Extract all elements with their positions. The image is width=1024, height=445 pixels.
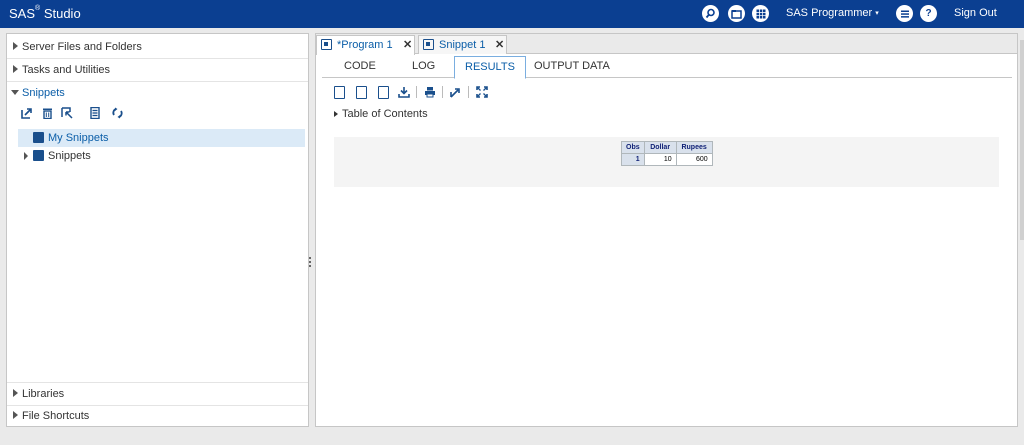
tab-code[interactable]: CODE — [334, 56, 386, 78]
column-header-obs: Obs — [621, 141, 645, 154]
properties-icon[interactable] — [87, 105, 103, 121]
chevron-down-icon: ▾ — [875, 10, 879, 17]
snippet-folder-icon — [33, 132, 44, 143]
help-icon[interactable]: ? — [920, 5, 937, 22]
table-cell: 600 — [675, 153, 713, 166]
download-icon[interactable] — [396, 84, 411, 100]
expand-arrow-icon — [334, 111, 338, 117]
open-new-window-icon[interactable] — [448, 84, 463, 100]
new-snippet-icon[interactable] — [19, 105, 35, 121]
view-tabs: CODE LOG RESULTS OUTPUT DATA — [322, 56, 1012, 79]
pdf-doc-icon[interactable] — [354, 84, 369, 100]
window-scrollbar[interactable] — [1020, 40, 1024, 240]
tree-item-snippets[interactable]: Snippets — [18, 147, 305, 165]
column-header-dollar: Dollar — [643, 141, 677, 154]
tab-snippet-1[interactable]: Snippet 1 ✕ — [418, 35, 507, 54]
close-icon[interactable]: ✕ — [403, 38, 412, 51]
maximize-icon[interactable] — [474, 84, 489, 100]
tab-results[interactable]: RESULTS — [454, 56, 526, 79]
table-row: 1 10 600 — [621, 153, 713, 166]
app-title: SAS® Studio — [9, 5, 81, 21]
open-icon[interactable] — [59, 105, 75, 121]
refresh-icon[interactable] — [109, 105, 125, 121]
delete-icon[interactable] — [39, 105, 55, 121]
menu-list-icon[interactable] — [896, 5, 913, 22]
nav-libraries[interactable]: Libraries — [7, 383, 308, 405]
rtf-doc-icon[interactable] — [376, 84, 391, 100]
user-menu[interactable]: SAS Programmer ▾ — [786, 7, 879, 19]
open-folder-icon[interactable] — [728, 5, 745, 22]
table-cell: 10 — [643, 153, 677, 166]
apps-grid-icon[interactable] — [752, 5, 769, 22]
toolbar-separator — [416, 86, 417, 98]
expand-arrow-icon — [13, 65, 18, 73]
snippet-folder-icon — [33, 150, 44, 161]
table-cell: 1 — [621, 153, 645, 166]
nav-snippets[interactable]: Snippets — [7, 82, 308, 104]
expand-arrow-icon — [13, 389, 18, 397]
tree-item-my-snippets[interactable]: My Snippets — [18, 129, 305, 147]
expand-arrow-icon — [13, 411, 18, 419]
pane-splitter[interactable] — [309, 257, 312, 269]
html-doc-icon[interactable] — [332, 84, 347, 100]
tab-log[interactable]: LOG — [402, 56, 445, 78]
toolbar-separator — [468, 86, 469, 98]
app-header: SAS® Studio SAS Programmer ▾ ? Sign Out — [0, 0, 1024, 28]
tab-output-data[interactable]: OUTPUT DATA — [524, 56, 620, 78]
nav-file-shortcuts[interactable]: File Shortcuts — [7, 405, 308, 427]
sign-out-link[interactable]: Sign Out — [954, 7, 997, 19]
navigation-pane: Server Files and Folders Tasks and Utili… — [6, 33, 309, 427]
program-icon — [321, 39, 332, 50]
snippet-icon — [423, 39, 434, 50]
expand-arrow-icon — [13, 42, 18, 50]
results-output: Obs Dollar Rupees 1 10 600 — [334, 137, 999, 187]
document-tabs: *Program 1 ✕ Snippet 1 ✕ — [316, 34, 1017, 55]
work-area: *Program 1 ✕ Snippet 1 ✕ CODE LOG RESULT… — [315, 33, 1018, 427]
toolbar-separator — [442, 86, 443, 98]
close-icon[interactable]: ✕ — [495, 38, 504, 51]
search-icon[interactable] — [702, 5, 719, 22]
nav-server-files-and-folders[interactable]: Server Files and Folders — [7, 36, 308, 58]
table-header-row: Obs Dollar Rupees — [621, 141, 713, 154]
output-table: Obs Dollar Rupees 1 10 600 — [621, 141, 713, 166]
nav-tasks-and-utilities[interactable]: Tasks and Utilities — [7, 59, 308, 81]
expand-arrow-icon[interactable] — [24, 152, 28, 160]
collapse-arrow-icon — [11, 90, 19, 95]
tab-program-1[interactable]: *Program 1 ✕ — [316, 35, 415, 55]
column-header-rupees: Rupees — [675, 141, 713, 154]
print-icon[interactable] — [422, 84, 437, 100]
